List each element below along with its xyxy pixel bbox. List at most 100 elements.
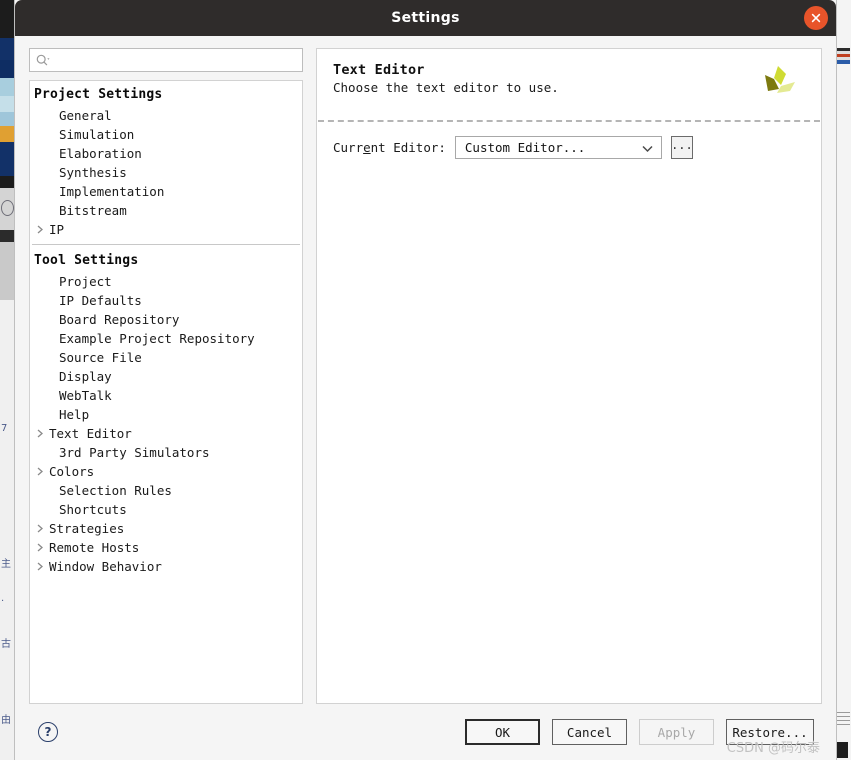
tree-item-shortcuts[interactable]: Shortcuts [30,500,302,519]
tree-item-help[interactable]: Help [30,405,302,424]
dialog-body: Project Settings General Simulation Elab… [15,36,836,704]
tree-item-label: Bitstream [59,203,127,218]
chevron-right-icon [44,505,57,514]
tree-item-source-file[interactable]: Source File [30,348,302,367]
tree-section-divider [32,244,300,245]
tree-item-3rd-party-simulators[interactable]: 3rd Party Simulators [30,443,302,462]
ok-button[interactable]: OK [465,719,540,745]
chevron-right-icon[interactable] [34,429,47,438]
panel-header: Text Editor Choose the text editor to us… [317,49,821,120]
xilinx-logo-icon [759,64,799,108]
tree-item-example-project-repository[interactable]: Example Project Repository [30,329,302,348]
tree-item-label: Window Behavior [49,559,162,574]
chevron-right-icon[interactable] [34,467,47,476]
tree-item-label: Elaboration [59,146,142,161]
tree-item-label: 3rd Party Simulators [59,445,210,460]
tree-item-label: General [59,108,112,123]
tree-item-label: Shortcuts [59,502,127,517]
tree-item-webtalk[interactable]: WebTalk [30,386,302,405]
tree-item-ip-defaults[interactable]: IP Defaults [30,291,302,310]
chevron-right-icon[interactable] [34,543,47,552]
tree-item-simulation[interactable]: Simulation [30,125,302,144]
chevron-right-icon[interactable] [34,225,47,234]
cancel-button[interactable]: Cancel [552,719,627,745]
chevron-right-icon [44,353,57,362]
chevron-right-icon [44,111,57,120]
tree-item-label: Project [59,274,112,289]
browse-editor-button[interactable]: ... [670,136,693,159]
panel-content: Current Editor: Custom Editor... ... [317,122,821,173]
chevron-right-icon [44,391,57,400]
tree-item-label: Colors [49,464,95,479]
tree-item-label: Display [59,369,112,384]
chevron-down-icon [641,138,654,157]
dialog-titlebar: Settings [15,0,836,36]
tree-group-title-tool-settings: Tool Settings [34,253,139,268]
background-text-fragment: 由 [1,715,11,726]
page-subtitle: Choose the text editor to use. [333,80,559,95]
chevron-right-icon [44,334,57,343]
tree-item-ip[interactable]: IP [30,220,302,239]
current-editor-row: Current Editor: Custom Editor... ... [333,136,805,159]
search-icon [36,54,51,67]
label-part-suffix: nt Editor: [370,140,446,155]
button-label: OK [494,724,511,740]
tree-item-label: Selection Rules [59,483,172,498]
navigation-column: Project Settings General Simulation Elab… [29,48,303,704]
chevron-right-icon [44,448,57,457]
ellipsis-icon: ... [671,137,693,152]
tree-item-label: Synthesis [59,165,127,180]
tree-item-implementation[interactable]: Implementation [30,182,302,201]
tree-item-label: Board Repository [59,312,180,327]
tree-item-board-repository[interactable]: Board Repository [30,310,302,329]
tree-item-window-behavior[interactable]: Window Behavior [30,557,302,576]
tree-item-label: Strategies [49,521,125,536]
current-editor-label: Current Editor: [333,140,446,155]
tree-item-label: Source File [59,350,142,365]
chevron-right-icon[interactable] [34,562,47,571]
background-text-fragment: . [1,593,5,604]
button-label: Cancel [566,724,613,740]
tree-item-display[interactable]: Display [30,367,302,386]
label-part-prefix: Curr [333,140,364,155]
current-editor-select[interactable]: Custom Editor... [454,136,662,159]
button-label: Apply [657,724,696,740]
tree-item-strategies[interactable]: Strategies [30,519,302,538]
settings-tree[interactable]: Project Settings General Simulation Elab… [29,80,303,704]
chevron-right-icon [44,187,57,196]
apply-button: Apply [639,719,714,745]
tree-item-text-editor[interactable]: Text Editor [30,424,302,443]
tree-item-label: IP [49,222,65,237]
tree-item-elaboration[interactable]: Elaboration [30,144,302,163]
tree-item-general[interactable]: General [30,106,302,125]
background-text-fragment: 主 [1,559,11,570]
background-oval-shape [1,200,14,216]
search-box[interactable] [29,48,303,72]
tree-item-selection-rules[interactable]: Selection Rules [30,481,302,500]
page-title: Text Editor [333,62,425,78]
chevron-right-icon [44,296,57,305]
question-mark-icon[interactable]: ? [38,722,58,742]
dialog-title: Settings [391,10,460,26]
tree-item-label: Help [59,407,90,422]
tree-item-bitstream[interactable]: Bitstream [30,201,302,220]
tree-item-label: WebTalk [59,388,112,403]
tree-item-remote-hosts[interactable]: Remote Hosts [30,538,302,557]
chevron-right-icon [44,149,57,158]
close-icon[interactable] [804,6,828,30]
search-input[interactable] [51,49,296,71]
chevron-right-icon [44,372,57,381]
chevron-right-icon [44,315,57,324]
settings-detail-panel: Text Editor Choose the text editor to us… [316,48,822,704]
dialog-footer: ? OK Cancel Apply Restore... CSDN @码尔泰 [15,704,836,760]
tree-item-project[interactable]: Project [30,272,302,291]
chevron-right-icon [44,130,57,139]
chevron-right-icon [44,168,57,177]
tree-item-synthesis[interactable]: Synthesis [30,163,302,182]
tree-item-colors[interactable]: Colors [30,462,302,481]
chevron-right-icon[interactable] [34,524,47,533]
chevron-right-icon [44,206,57,215]
current-editor-value: Custom Editor... [464,140,586,155]
tree-item-label: Simulation [59,127,135,142]
tree-item-label: Text Editor [49,426,132,441]
